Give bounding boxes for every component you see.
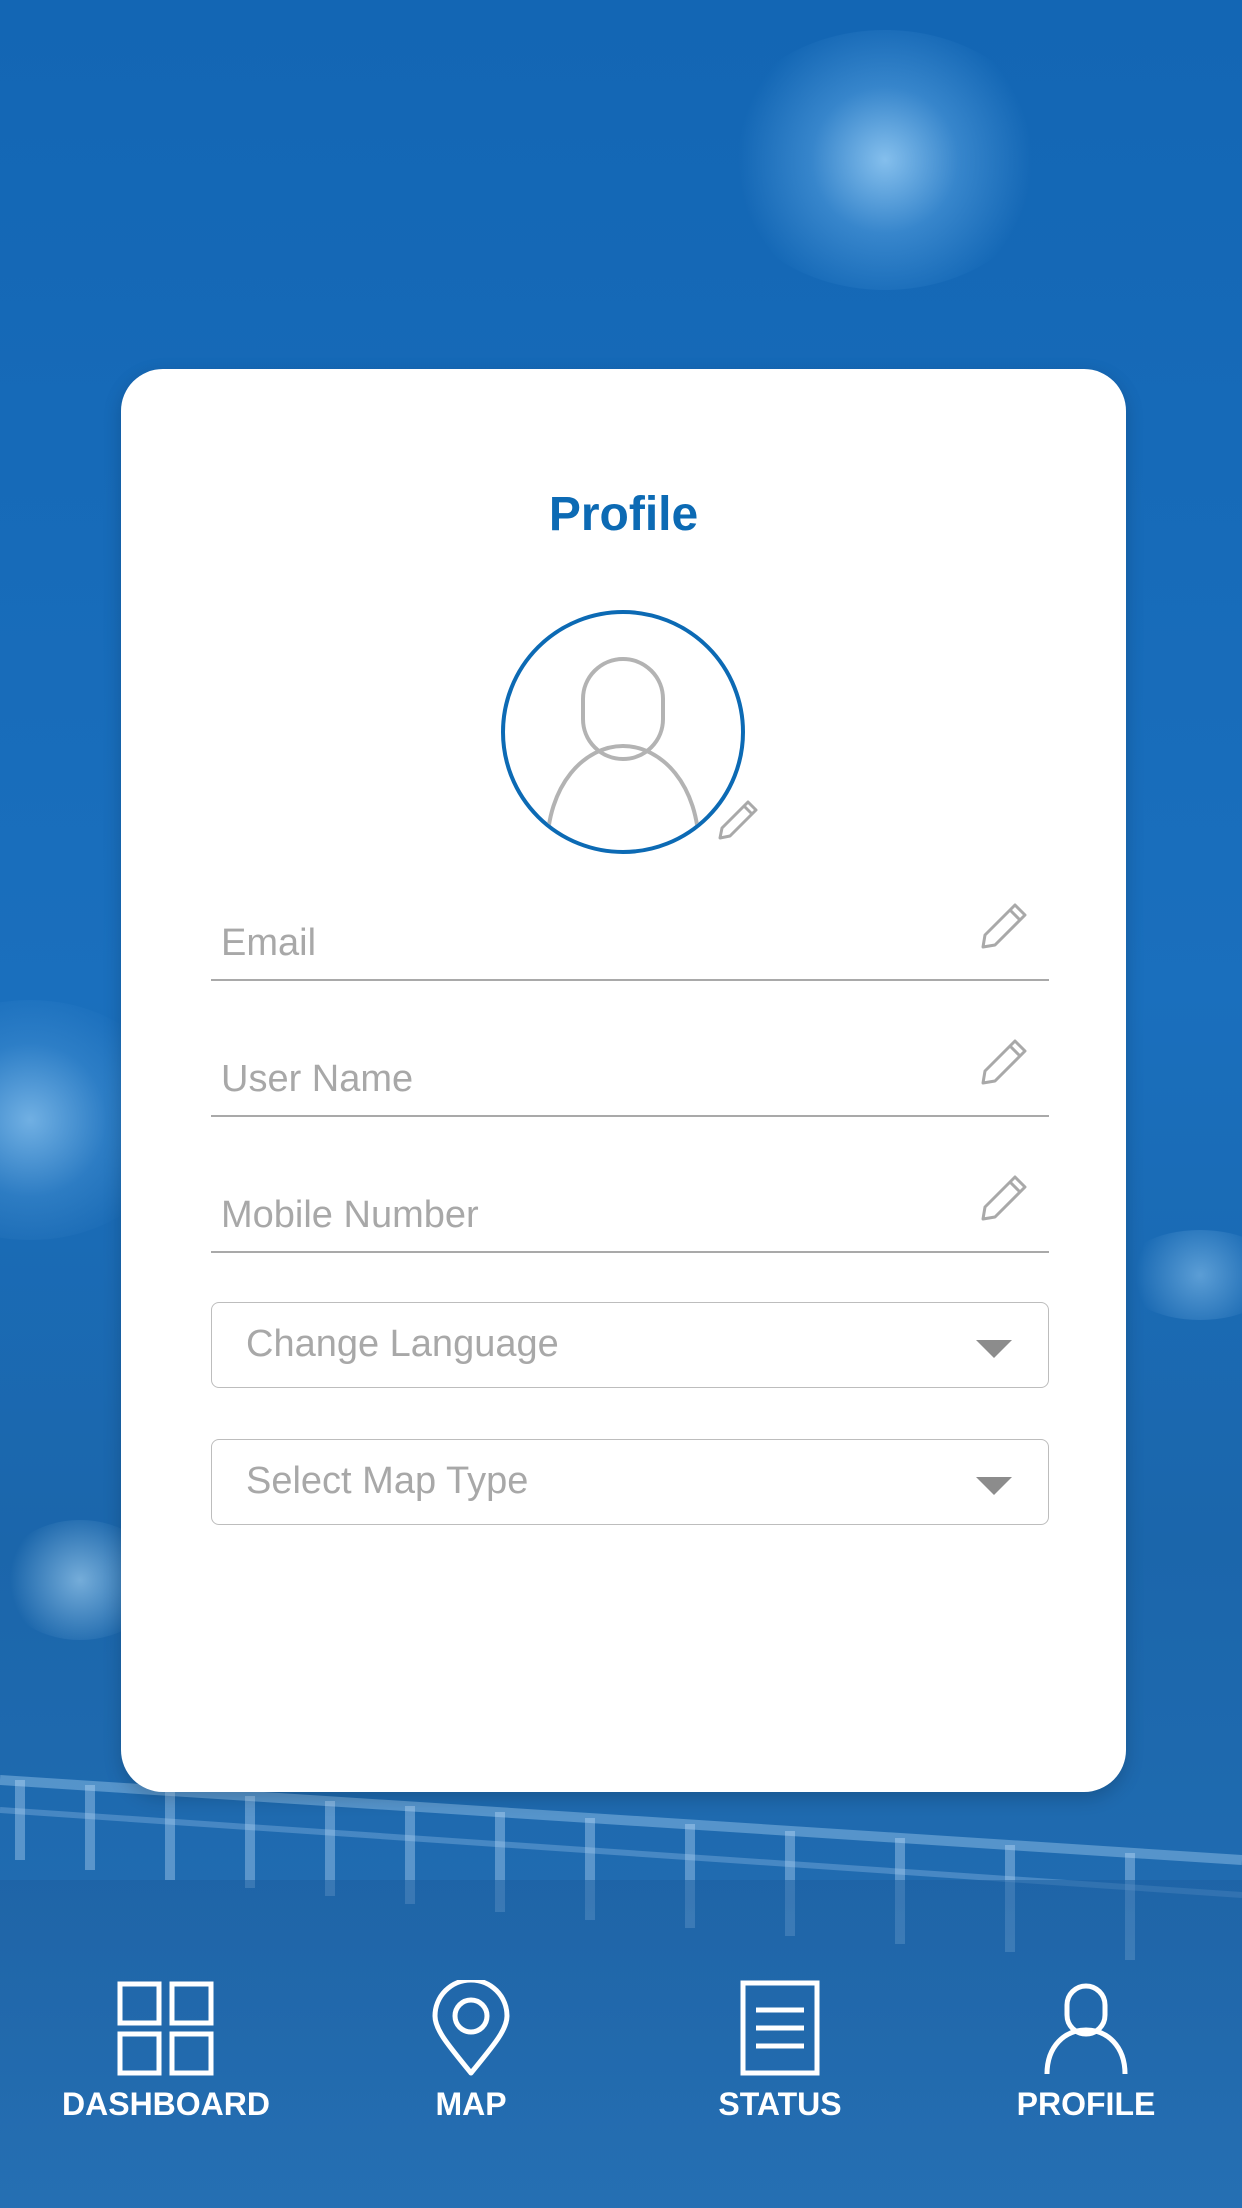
user-silhouette-icon (545, 657, 701, 850)
email-field[interactable]: Email (211, 895, 1049, 981)
change-language-placeholder: Change Language (246, 1323, 559, 1365)
bottom-tab-bar: DASHBOARD MAP STATUS PROFILE (0, 1980, 1242, 2180)
pencil-icon[interactable] (712, 794, 764, 846)
tab-map[interactable]: MAP (341, 1980, 601, 2123)
tab-status[interactable]: STATUS (650, 1980, 910, 2123)
select-map-type-dropdown[interactable]: Select Map Type (211, 1439, 1049, 1525)
tab-label: MAP (435, 2086, 507, 2122)
change-language-dropdown[interactable]: Change Language (211, 1302, 1049, 1388)
mobile-number-placeholder: Mobile Number (221, 1194, 479, 1236)
tab-dashboard[interactable]: DASHBOARD (36, 1980, 296, 2123)
tab-profile[interactable]: PROFILE (956, 1980, 1216, 2123)
pencil-icon[interactable] (977, 1169, 1033, 1225)
grid-icon (117, 1981, 214, 2076)
mobile-number-field[interactable]: Mobile Number (211, 1167, 1049, 1253)
profile-card: Profile Email User Name Mobile Number Ch (121, 369, 1126, 1792)
street-light-glow (1120, 1230, 1242, 1320)
select-map-type-placeholder: Select Map Type (246, 1460, 529, 1502)
map-pin-icon (432, 1980, 510, 2076)
user-name-placeholder: User Name (221, 1058, 414, 1100)
tab-label: STATUS (718, 2086, 842, 2122)
document-icon (740, 1980, 820, 2076)
tab-label: DASHBOARD (62, 2086, 270, 2122)
email-placeholder: Email (221, 922, 317, 964)
pencil-icon[interactable] (977, 1033, 1033, 1089)
pencil-icon[interactable] (977, 897, 1033, 953)
user-name-field[interactable]: User Name (211, 1031, 1049, 1117)
page-title: Profile (548, 488, 699, 541)
caret-down-icon (976, 1340, 1012, 1358)
tab-label: PROFILE (1016, 2086, 1156, 2122)
street-light-glow (720, 30, 1050, 290)
avatar[interactable] (501, 610, 745, 854)
caret-down-icon (976, 1477, 1012, 1495)
user-icon (1044, 1983, 1128, 2075)
